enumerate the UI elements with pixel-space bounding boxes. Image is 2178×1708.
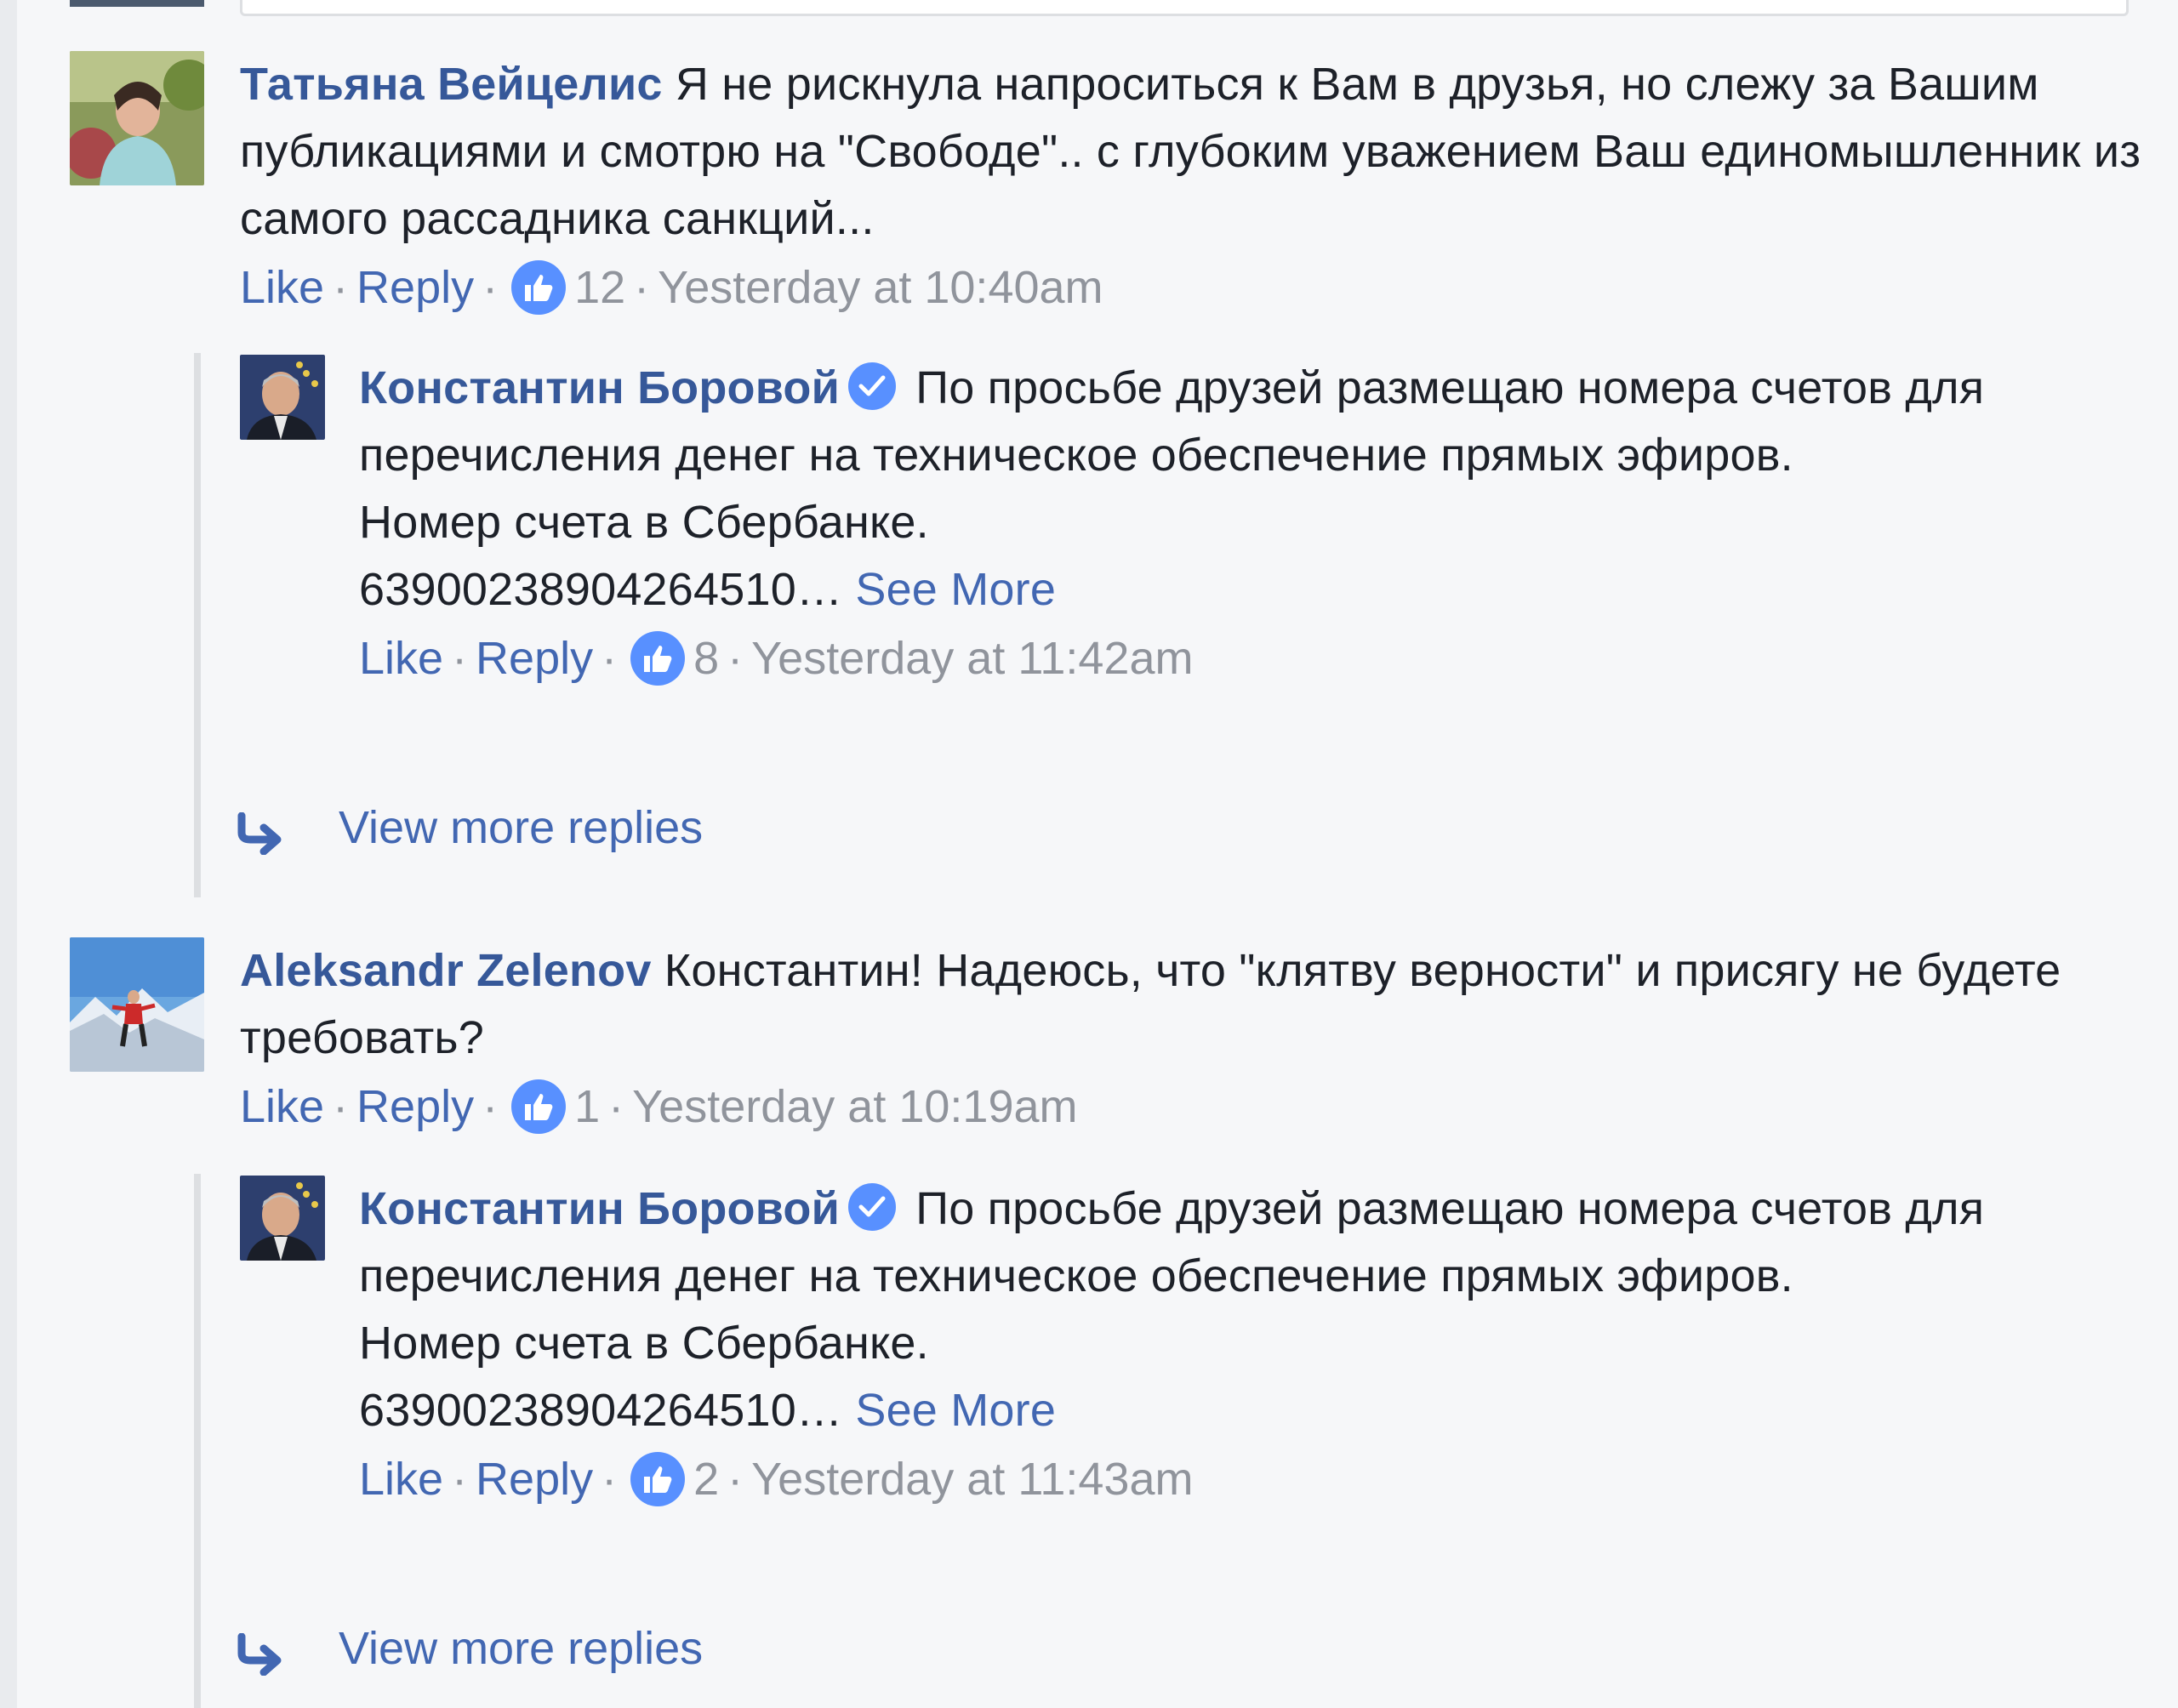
avatar[interactable] — [70, 937, 204, 1072]
reply-actions: Like · Reply · 2 · Yesterday at 11:43am — [359, 1452, 1194, 1506]
verified-badge-icon — [847, 1183, 896, 1231]
view-more-replies-label[interactable]: View more replies — [339, 802, 703, 853]
page-left-border — [0, 0, 17, 1708]
reply-author[interactable]: Константин Боровой — [359, 1183, 840, 1234]
view-more-replies-link[interactable]: View more replies — [235, 798, 703, 857]
like-count[interactable]: 12 — [574, 262, 625, 313]
like-count[interactable]: 1 — [574, 1081, 600, 1132]
reply-link[interactable]: Reply — [356, 1081, 474, 1132]
comment-actions: Like · Reply · 12 · Yesterday at 10:40am — [240, 260, 1103, 315]
reply-link[interactable]: Reply — [476, 633, 593, 684]
reply-message-line: Номер счета в Сбербанке. — [359, 497, 929, 548]
see-more-link[interactable]: See More — [855, 1385, 1056, 1436]
reply-timestamp[interactable]: Yesterday at 11:43am — [751, 1454, 1193, 1505]
comment-timestamp[interactable]: Yesterday at 10:19am — [632, 1081, 1077, 1132]
previous-avatar-edge — [70, 0, 204, 7]
verified-badge-icon — [847, 362, 896, 410]
like-link[interactable]: Like — [359, 1454, 443, 1505]
comment-text: Aleksandr Zelenov Константин! Надеюсь, ч… — [240, 937, 2163, 1072]
like-link[interactable]: Like — [240, 262, 324, 313]
avatar[interactable] — [70, 51, 204, 185]
thumbs-up-icon[interactable] — [630, 631, 686, 686]
comment-author[interactable]: Aleksandr Zelenov — [240, 945, 652, 996]
thumbs-up-icon[interactable] — [630, 1452, 686, 1506]
reply-arrow-icon — [235, 1631, 286, 1677]
reply-thread: Константин Боровой По просьбе друзей раз… — [194, 353, 1984, 897]
avatar[interactable] — [240, 1176, 325, 1261]
like-count[interactable]: 2 — [693, 1454, 719, 1505]
thumbs-up-icon[interactable] — [511, 1079, 567, 1134]
avatar[interactable] — [240, 355, 325, 440]
view-more-replies-link[interactable]: View more replies — [235, 1619, 703, 1678]
thumbs-up-icon[interactable] — [511, 260, 567, 315]
previous-comment-input-edge — [240, 0, 2129, 16]
reply-text: Константин Боровой По просьбе друзей раз… — [359, 355, 2146, 623]
reply-message-line: 63900238904264510… — [359, 564, 843, 615]
view-more-replies-label[interactable]: View more replies — [339, 1623, 703, 1674]
reply-text: Константин Боровой По просьбе друзей раз… — [359, 1176, 2146, 1444]
reply-link[interactable]: Reply — [356, 262, 474, 313]
like-link[interactable]: Like — [359, 633, 443, 684]
reply-thread: Константин Боровой По просьбе друзей раз… — [194, 1174, 1984, 1708]
see-more-link[interactable]: See More — [855, 564, 1056, 615]
reply-message-line: 63900238904264510… — [359, 1385, 843, 1436]
like-count[interactable]: 8 — [693, 633, 719, 684]
reply-actions: Like · Reply · 8 · Yesterday at 11:42am — [359, 631, 1194, 686]
reply-arrow-icon — [235, 810, 286, 856]
reply-link[interactable]: Reply — [476, 1454, 593, 1505]
reply-timestamp[interactable]: Yesterday at 11:42am — [751, 633, 1193, 684]
comment-timestamp[interactable]: Yesterday at 10:40am — [658, 262, 1103, 313]
reply-author[interactable]: Константин Боровой — [359, 362, 840, 413]
like-link[interactable]: Like — [240, 1081, 324, 1132]
reply-message-line: Номер счета в Сбербанке. — [359, 1318, 929, 1369]
comment-actions: Like · Reply · 1 · Yesterday at 10:19am — [240, 1079, 1078, 1134]
comment-text: Татьяна Вейцелис Я не рискнула напросить… — [240, 51, 2163, 253]
comment-author[interactable]: Татьяна Вейцелис — [240, 59, 663, 110]
